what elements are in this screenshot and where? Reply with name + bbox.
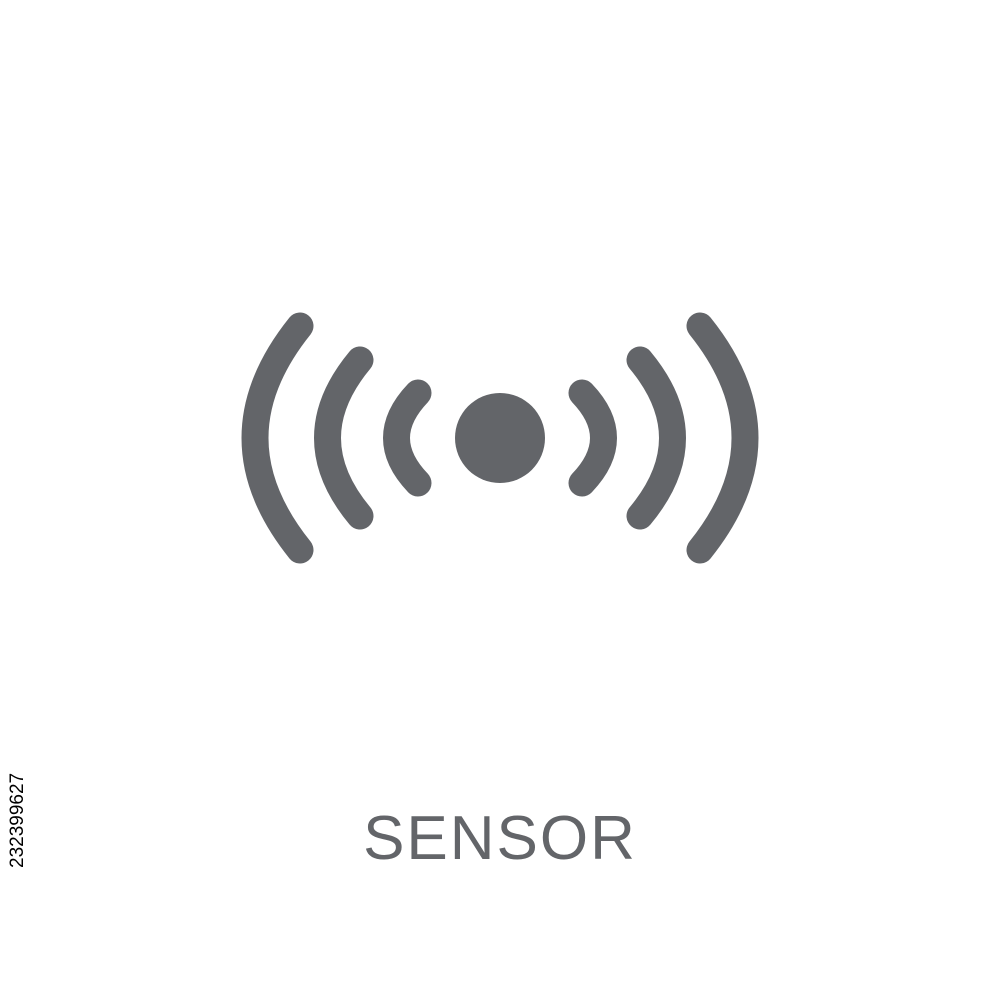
inner-left-wave bbox=[383, 379, 432, 497]
outer-right-wave bbox=[686, 312, 759, 564]
stock-image-canvas: SENSOR 232399627 bbox=[0, 0, 1000, 1000]
inner-right-wave bbox=[568, 379, 617, 497]
middle-right-wave bbox=[626, 346, 686, 530]
center-dot bbox=[455, 393, 545, 483]
stock-id-text: 232399627 bbox=[7, 772, 28, 868]
outer-left-wave bbox=[241, 312, 314, 564]
middle-left-wave bbox=[314, 346, 374, 530]
caption-text: SENSOR bbox=[363, 804, 637, 873]
